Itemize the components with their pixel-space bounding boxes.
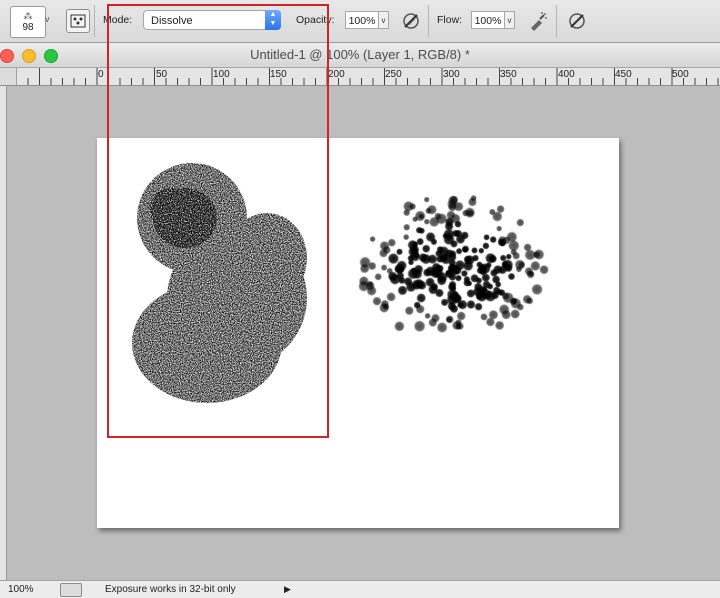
- chevron-down-icon[interactable]: v: [45, 14, 50, 24]
- mode-select[interactable]: Dissolve ▲ ▼: [143, 10, 281, 30]
- normal-brush-stroke: [358, 194, 549, 334]
- document-title: Untitled-1 @ 100% (Layer 1, RGB/8) *: [250, 47, 470, 62]
- mode-label: Mode:: [103, 14, 133, 26]
- flow-input[interactable]: 100%: [471, 11, 505, 29]
- status-message: Exposure works in 32-bit only: [105, 584, 236, 595]
- select-stepper-icon[interactable]: ▲ ▼: [265, 10, 281, 30]
- ruler-ticks: [27, 68, 719, 85]
- ruler-label: 0: [98, 69, 104, 80]
- document-info-icon[interactable]: [60, 583, 82, 597]
- ruler-label: 450: [615, 69, 632, 80]
- opacity-label: Opacity:: [296, 14, 335, 26]
- ruler-label: 100: [213, 69, 230, 80]
- zoom-window-button[interactable]: [44, 49, 58, 63]
- document-canvas[interactable]: [97, 138, 619, 528]
- brush-preset-picker[interactable]: ⁂ 98: [10, 6, 46, 38]
- pressure-opacity-icon[interactable]: [400, 10, 422, 32]
- close-window-button[interactable]: [0, 49, 14, 63]
- divider: [556, 5, 557, 37]
- canvas-artwork: [132, 163, 549, 403]
- ruler-label: 250: [385, 69, 402, 80]
- pressure-size-icon[interactable]: [566, 10, 588, 32]
- brush-panel-icon: [70, 14, 86, 28]
- divider: [94, 5, 95, 37]
- status-menu-arrow-icon[interactable]: ▶: [284, 581, 291, 598]
- status-bar: 100% Exposure works in 32-bit only ▶: [0, 580, 720, 598]
- brush-size-value: 98: [22, 22, 34, 33]
- flow-label: Flow:: [437, 14, 463, 26]
- horizontal-ruler[interactable]: 0 50 100 150 200 250 300 350 400 450 500: [0, 68, 720, 86]
- flow-dropdown-icon[interactable]: v: [505, 11, 515, 29]
- opacity-input[interactable]: 100%: [345, 11, 379, 29]
- ruler-label: 350: [500, 69, 517, 80]
- ruler-label: 500: [672, 69, 689, 80]
- opacity-dropdown-icon[interactable]: v: [379, 11, 389, 29]
- ruler-label: 400: [558, 69, 575, 80]
- ruler-label: 200: [328, 69, 345, 80]
- options-bar: ⁂ 98 v Mode: Dissolve ▲ ▼ Opacity: 100% v…: [0, 0, 720, 43]
- toggle-brush-panel-button[interactable]: [66, 9, 90, 33]
- airbrush-icon[interactable]: [527, 10, 549, 32]
- mode-value: Dissolve: [151, 15, 193, 27]
- document-title-bar: Untitled-1 @ 100% (Layer 1, RGB/8) *: [0, 43, 720, 68]
- ruler-label: 150: [270, 69, 287, 80]
- ruler-label: 50: [156, 69, 168, 80]
- zoom-level-field[interactable]: 100%: [8, 581, 34, 598]
- ruler-label: 300: [443, 69, 460, 80]
- brush-tip-icon: ⁂: [23, 11, 33, 21]
- minimize-window-button[interactable]: [22, 49, 36, 63]
- divider: [428, 5, 429, 37]
- vertical-ruler[interactable]: [0, 86, 7, 580]
